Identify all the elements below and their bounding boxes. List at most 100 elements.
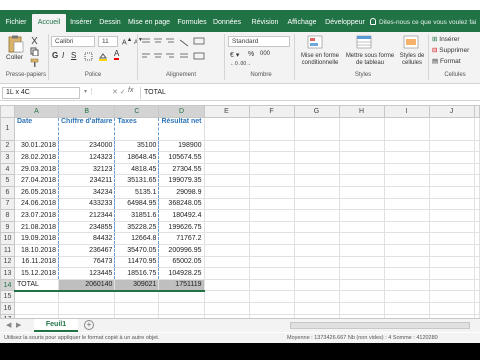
cell[interactable] [203,209,250,222]
cell[interactable] [383,197,430,211]
cell[interactable] [383,267,430,280]
conditional-format-icon[interactable] [307,35,323,49]
cell[interactable] [203,162,250,176]
next-sheet-icon[interactable]: ▶ [16,321,21,329]
font-size-select[interactable]: 11 [98,36,118,47]
tab-page-layout[interactable]: Mise en page [126,14,172,32]
cell[interactable] [338,301,385,315]
data-cell-date[interactable]: 19.09.2018 [14,232,59,245]
row-header[interactable]: 14 [0,278,15,292]
cell[interactable] [203,255,250,269]
cell[interactable] [383,232,430,245]
data-cell-date[interactable]: 24.06.2018 [14,197,59,211]
row-header[interactable]: 8 [0,209,15,222]
cell-styles-icon[interactable] [403,35,419,49]
cell[interactable] [338,185,385,199]
cell[interactable] [473,290,480,303]
total-label-cell[interactable]: TOTAL [14,278,59,292]
data-cell-ca[interactable]: 234000 [57,139,116,153]
row-header[interactable]: 2 [0,139,15,153]
cell[interactable] [203,185,250,199]
data-cell-taxes[interactable]: 18516.75 [114,267,160,280]
data-cell-net[interactable]: 27304.55 [158,162,205,176]
data-cell-taxes[interactable]: 11470.95 [114,255,160,269]
data-cell-taxes[interactable]: 4818.45 [114,162,160,176]
cell[interactable] [338,255,385,269]
cell[interactable] [383,278,430,292]
data-cell-ca[interactable]: 234855 [57,220,116,234]
cell[interactable] [248,139,295,153]
column-header[interactable]: F [248,105,295,118]
cell[interactable] [383,301,430,315]
add-sheet-icon[interactable]: + [84,320,94,330]
cell[interactable] [248,151,295,164]
alignment-icons[interactable] [140,36,220,66]
cell[interactable] [428,301,475,315]
data-cell-net[interactable]: 105674.55 [158,151,205,164]
column-header[interactable]: G [293,105,340,118]
data-cell-ca[interactable]: 236467 [57,243,116,257]
tab-data[interactable]: Données [212,14,242,32]
bold-icon[interactable]: G [52,51,58,60]
format-cells-button[interactable]: ▤ Format [432,57,461,65]
cell[interactable] [473,209,480,222]
data-cell-taxes[interactable]: 64984.95 [114,197,160,211]
sheet-tab-feuil1[interactable]: Feuil1 [34,319,78,332]
data-cell-taxes[interactable]: 35100 [114,139,160,153]
cell[interactable] [428,116,475,141]
cell[interactable] [14,301,59,315]
fill-color-icon[interactable] [98,52,108,61]
cell[interactable] [338,220,385,234]
data-cell-ca[interactable]: 32123 [57,162,116,176]
horizontal-scrollbar[interactable] [290,322,470,329]
data-cell-date[interactable]: 18.10.2018 [14,243,59,257]
row-header[interactable]: 3 [0,151,15,164]
cell[interactable] [473,301,480,315]
cell[interactable] [383,255,430,269]
data-cell-taxes[interactable]: 18648.45 [114,151,160,164]
cell[interactable] [293,290,340,303]
cell[interactable] [473,267,480,280]
row-header[interactable]: 4 [0,162,15,176]
name-box[interactable]: 1L x 4C [2,87,80,99]
data-cell-date[interactable]: 23.07.2018 [14,209,59,222]
cell[interactable] [248,185,295,199]
row-header[interactable]: 13 [0,267,15,280]
cell-styles-button[interactable]: Styles de cellules [398,53,426,67]
cell[interactable] [473,174,480,187]
cell[interactable] [203,232,250,245]
cell[interactable] [338,197,385,211]
cell[interactable] [293,232,340,245]
data-cell-date[interactable]: 26.05.2018 [14,185,59,199]
cell[interactable] [293,139,340,153]
cell[interactable] [293,174,340,187]
cell[interactable] [473,197,480,211]
font-name-select[interactable]: Calibri [51,36,95,47]
thousands-button[interactable]: 000 [260,51,270,57]
data-cell-ca[interactable]: 124323 [57,151,116,164]
data-cell-taxes[interactable]: 31851.6 [114,209,160,222]
cell[interactable] [383,162,430,176]
cell-table[interactable]: A B C D E F G H I J 1 Date Chiffre d'affaire Taxes Rés… [0,105,480,318]
cell[interactable] [293,151,340,164]
cell[interactable] [248,301,295,315]
cell[interactable] [428,232,475,245]
row-header[interactable]: 11 [0,243,15,257]
cell[interactable] [203,243,250,257]
format-as-table-button[interactable]: Mettre sous forme de tableau [343,53,397,67]
data-cell-ca[interactable]: 212344 [57,209,116,222]
cell[interactable] [383,220,430,234]
total-ca-cell[interactable]: 2060140 [57,278,116,292]
cell[interactable] [428,255,475,269]
data-cell-date[interactable]: 28.02.2018 [14,151,59,164]
cell[interactable] [203,290,250,303]
cell[interactable] [203,278,250,292]
cell[interactable] [248,162,295,176]
cell[interactable] [114,301,160,315]
data-cell-net[interactable]: 180492.4 [158,209,205,222]
italic-icon[interactable]: I [62,51,64,60]
formula-input[interactable]: TOTAL [140,87,476,99]
row-header[interactable]: 5 [0,174,15,187]
column-header[interactable]: D [158,105,205,118]
cell[interactable] [248,267,295,280]
